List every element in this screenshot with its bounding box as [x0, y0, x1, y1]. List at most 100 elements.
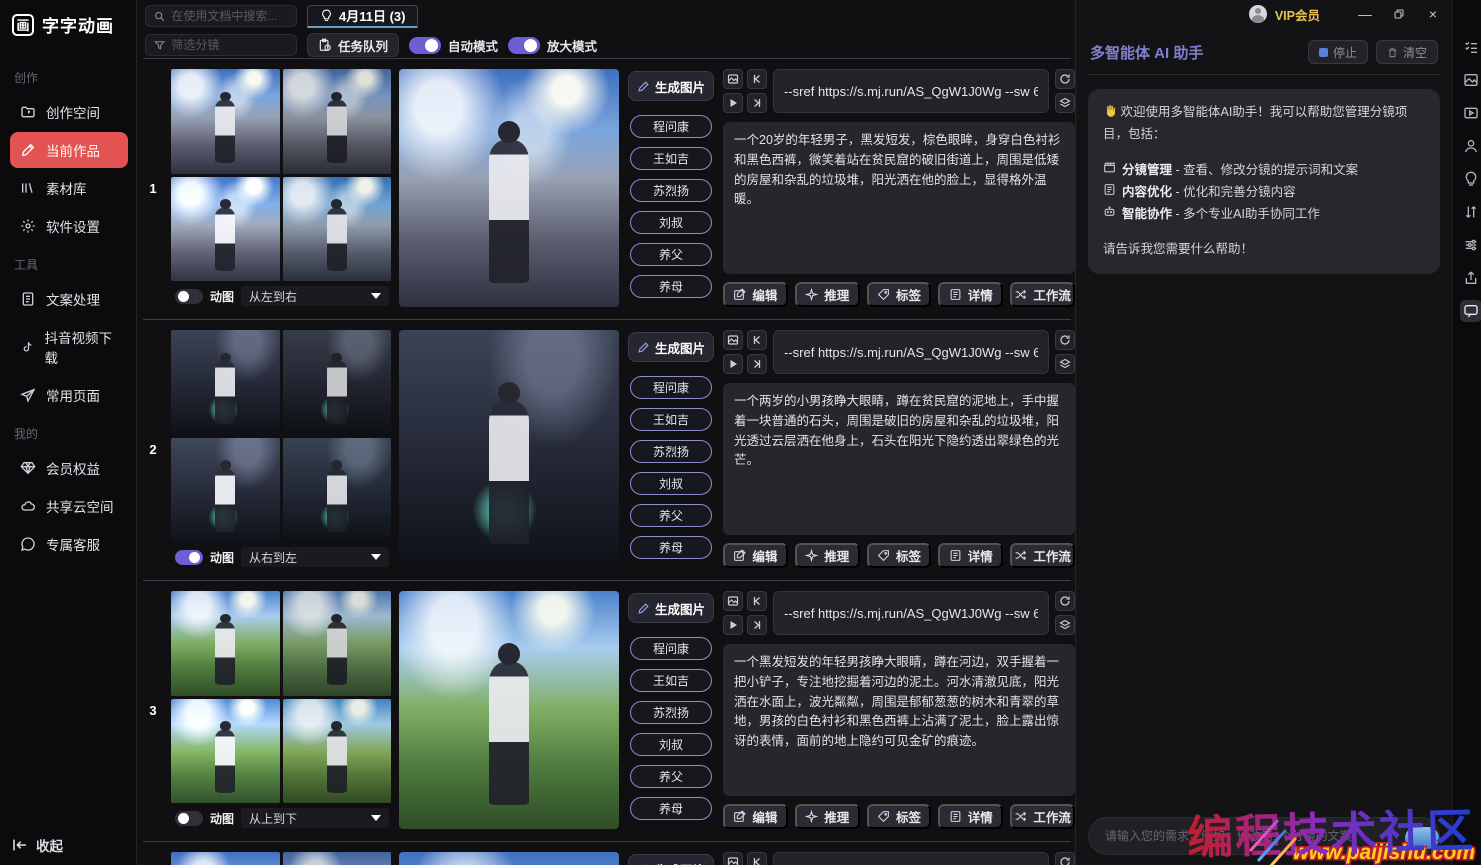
character-chip[interactable]: 养父	[630, 504, 712, 527]
preview-image[interactable]	[399, 69, 619, 307]
thumbnail-2[interactable]	[283, 591, 392, 696]
refresh-button[interactable]	[1055, 69, 1075, 89]
minimize-button[interactable]: —	[1350, 3, 1380, 25]
auto-mode-toggle[interactable]: 自动模式	[409, 36, 498, 55]
thumbnail-3[interactable]	[171, 699, 280, 804]
character-chip[interactable]: 苏烈扬	[630, 440, 712, 463]
thumbnail-2-selected[interactable]	[283, 69, 392, 174]
sidebar-item-copy-processing[interactable]: 文案处理	[10, 281, 128, 317]
character-chip[interactable]: 养母	[630, 797, 712, 820]
character-chip[interactable]: 程问康	[630, 376, 712, 399]
workflow-button[interactable]: 工作流	[1010, 282, 1075, 307]
direction-select[interactable]: 从左到右	[241, 286, 389, 306]
shot-filter[interactable]	[145, 34, 297, 56]
character-chip[interactable]: 养母	[630, 275, 712, 298]
thumbnail-4[interactable]	[283, 699, 392, 804]
character-chip[interactable]: 王如吉	[630, 147, 712, 170]
detail-button[interactable]: 详情	[938, 804, 1003, 829]
chat-icon[interactable]	[1460, 300, 1481, 322]
layers-button[interactable]	[1055, 615, 1075, 635]
vip-badge[interactable]: VIP会员	[1275, 5, 1320, 24]
skip-start-button[interactable]	[747, 330, 767, 350]
skip-start-button[interactable]	[747, 852, 767, 865]
character-chip[interactable]: 刘叔	[630, 211, 712, 234]
image-ref-button[interactable]	[723, 69, 743, 89]
infer-button[interactable]: 推理	[795, 804, 860, 829]
character-chip[interactable]: 王如吉	[630, 669, 712, 692]
detail-button[interactable]: 详情	[938, 543, 1003, 568]
sidebar-item-customer-service[interactable]: 专属客服	[10, 526, 128, 562]
generate-image-button[interactable]: 生成图片	[628, 332, 714, 362]
play-button[interactable]	[723, 615, 743, 635]
sidebar-item-settings[interactable]: 软件设置	[10, 208, 128, 244]
refresh-button[interactable]	[1055, 852, 1075, 865]
search-input[interactable]	[171, 9, 288, 23]
filter-input[interactable]	[171, 38, 288, 52]
preview-image[interactable]	[399, 591, 619, 829]
close-button[interactable]: ×	[1418, 3, 1448, 25]
animate-toggle[interactable]	[175, 811, 203, 826]
person-icon[interactable]	[1460, 135, 1481, 157]
generate-image-button[interactable]: 生成图片	[628, 71, 714, 101]
thumbnail-1[interactable]	[171, 69, 280, 174]
refresh-button[interactable]	[1055, 591, 1075, 611]
play-button[interactable]	[723, 93, 743, 113]
toggle-track[interactable]	[508, 37, 540, 54]
edit-button[interactable]: 编辑	[723, 282, 788, 307]
edit-button[interactable]: 编辑	[723, 543, 788, 568]
thumbnail-3[interactable]	[171, 438, 280, 543]
restore-button[interactable]	[1384, 3, 1414, 25]
thumbnail-4-selected[interactable]	[283, 438, 392, 543]
image-ref-button[interactable]	[723, 852, 743, 865]
sidebar-item-membership[interactable]: 会员权益	[10, 450, 128, 486]
tag-button[interactable]: 标签	[867, 543, 932, 568]
thumbnail-2-selected[interactable]	[283, 852, 392, 865]
workflow-button[interactable]: 工作流	[1010, 543, 1075, 568]
edit-button[interactable]: 编辑	[723, 804, 788, 829]
thumbnail-2[interactable]	[283, 330, 392, 435]
thumbnail-1[interactable]	[171, 852, 280, 865]
sidebar-item-douyin-download[interactable]: 抖音视频下载	[10, 319, 128, 375]
share-icon[interactable]	[1460, 267, 1481, 289]
skip-start-button[interactable]	[747, 69, 767, 89]
character-chip[interactable]: 刘叔	[630, 733, 712, 756]
character-chip[interactable]: 程问康	[630, 637, 712, 660]
skip-start-button[interactable]	[747, 591, 767, 611]
thumbnail-4[interactable]	[283, 177, 392, 282]
sidebar-item-common-pages[interactable]: 常用页面	[10, 377, 128, 413]
sort-arrows-icon[interactable]	[1460, 201, 1481, 223]
skip-end-button[interactable]	[747, 93, 767, 113]
tag-button[interactable]: 标签	[867, 282, 932, 307]
stop-button[interactable]: 停止	[1308, 40, 1368, 64]
image-icon[interactable]	[1460, 69, 1481, 91]
lightbulb-icon[interactable]	[1460, 168, 1481, 190]
sidebar-item-asset-library[interactable]: 素材库	[10, 170, 128, 206]
refresh-button[interactable]	[1055, 330, 1075, 350]
image-ref-button[interactable]	[723, 591, 743, 611]
infer-button[interactable]: 推理	[795, 282, 860, 307]
preview-image[interactable]	[399, 330, 619, 568]
clear-button[interactable]: 清空	[1376, 40, 1438, 64]
shot-description[interactable]: 一个两岁的小男孩睁大眼睛，蹲在贫民窟的泥地上，手中握着一块普通的石头，周围是破旧…	[723, 383, 1075, 535]
task-queue-button[interactable]: 任务队列	[307, 33, 399, 57]
character-chip[interactable]: 王如吉	[630, 408, 712, 431]
sref-input[interactable]	[773, 69, 1049, 113]
character-chip[interactable]: 养父	[630, 765, 712, 788]
character-chip[interactable]: 刘叔	[630, 472, 712, 495]
preview-image[interactable]	[399, 852, 619, 865]
character-chip[interactable]: 苏烈扬	[630, 179, 712, 202]
sliders-icon[interactable]	[1460, 234, 1481, 256]
character-chip[interactable]: 养父	[630, 243, 712, 266]
infer-button[interactable]: 推理	[795, 543, 860, 568]
shot-description[interactable]: 一个20岁的年轻男子，黑发短发，棕色眼眸，身穿白色衬衫和黑色西裤，微笑着站在贫民…	[723, 122, 1075, 274]
skip-end-button[interactable]	[747, 354, 767, 374]
direction-select[interactable]: 从右到左	[241, 547, 389, 567]
character-chip[interactable]: 程问康	[630, 115, 712, 138]
generate-image-button[interactable]: 生成图片	[628, 854, 714, 865]
detail-button[interactable]: 详情	[938, 282, 1003, 307]
layers-button[interactable]	[1055, 93, 1075, 113]
checklist-icon[interactable]	[1460, 36, 1481, 58]
document-search[interactable]	[145, 5, 297, 27]
sidebar-item-current-work[interactable]: 当前作品	[10, 132, 128, 168]
character-chip[interactable]: 苏烈扬	[630, 701, 712, 724]
